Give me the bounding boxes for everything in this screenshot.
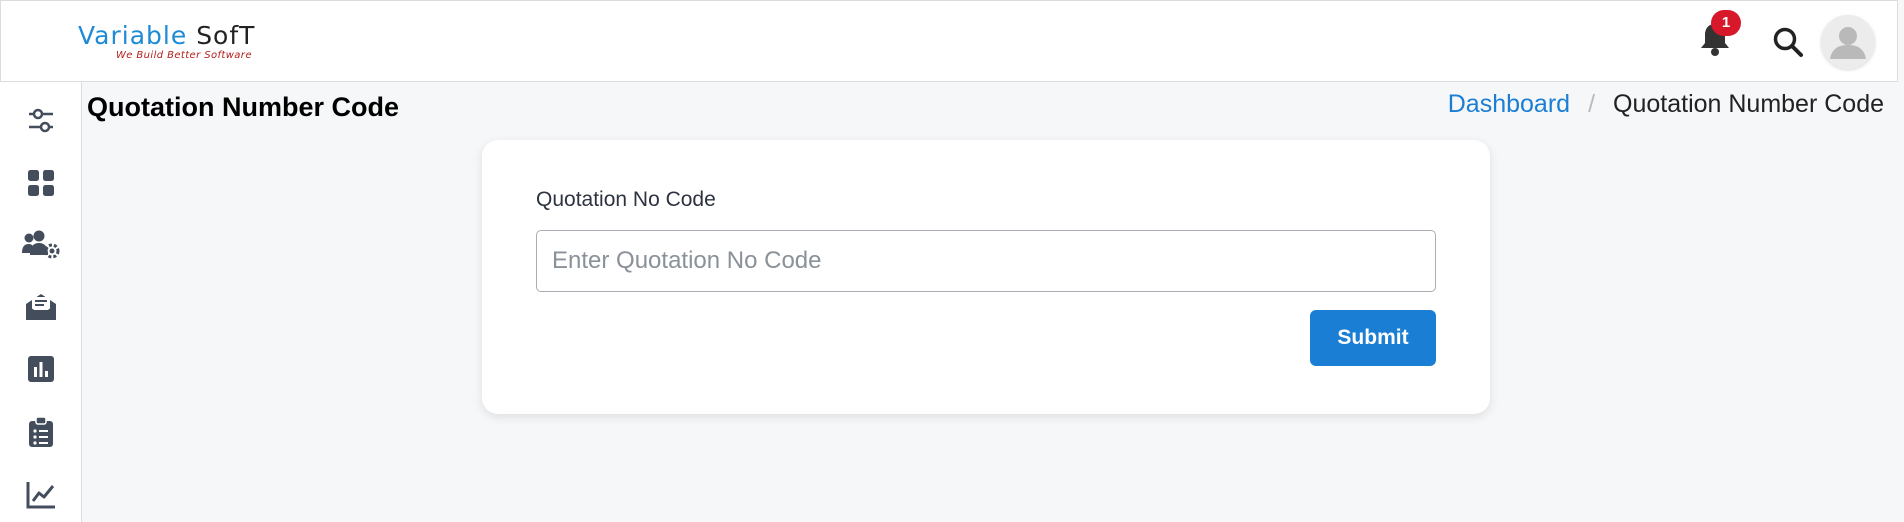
sidebar-item-tasks[interactable] — [18, 409, 64, 455]
breadcrumb-current: Quotation Number Code — [1613, 90, 1884, 118]
sidebar-item-mail[interactable] — [18, 284, 64, 330]
breadcrumb: Dashboard / Quotation Number Code — [1448, 90, 1884, 119]
users-gear-icon — [22, 230, 60, 259]
top-navbar: Variable SofT We Build Better Software 1 — [0, 0, 1898, 82]
search-icon[interactable] — [1771, 25, 1805, 59]
company-logo[interactable]: Variable SofT We Build Better Software — [78, 21, 268, 63]
sidebar-item-dashboard[interactable] — [18, 160, 64, 206]
breadcrumb-separator: / — [1588, 90, 1596, 118]
sidebar-item-analytics[interactable] — [18, 472, 64, 518]
clipboard-list-icon — [29, 416, 53, 447]
envelope-open-icon — [26, 294, 56, 320]
breadcrumb-dashboard-link[interactable]: Dashboard — [1448, 90, 1570, 119]
user-avatar-icon[interactable] — [1821, 15, 1875, 69]
sidebar-item-reports[interactable] — [18, 346, 64, 392]
logo-wordmark: Variable SofT — [78, 21, 256, 50]
logo-tagline: We Build Better Software — [116, 50, 252, 61]
sliders-icon — [29, 108, 53, 133]
sidebar-item-settings-sliders[interactable] — [18, 98, 64, 144]
sidebar — [0, 82, 82, 522]
quotation-code-card: Quotation No Code Submit — [482, 140, 1490, 414]
notification-badge: 1 — [1711, 10, 1741, 36]
line-chart-icon — [26, 482, 55, 509]
sidebar-item-users[interactable] — [18, 222, 64, 268]
quotation-code-input[interactable] — [536, 230, 1436, 292]
bar-chart-icon — [28, 356, 54, 382]
grid-icon — [28, 170, 54, 196]
quotation-code-label: Quotation No Code — [536, 188, 716, 211]
submit-button[interactable]: Submit — [1310, 310, 1436, 366]
page-title: Quotation Number Code — [87, 92, 399, 122]
